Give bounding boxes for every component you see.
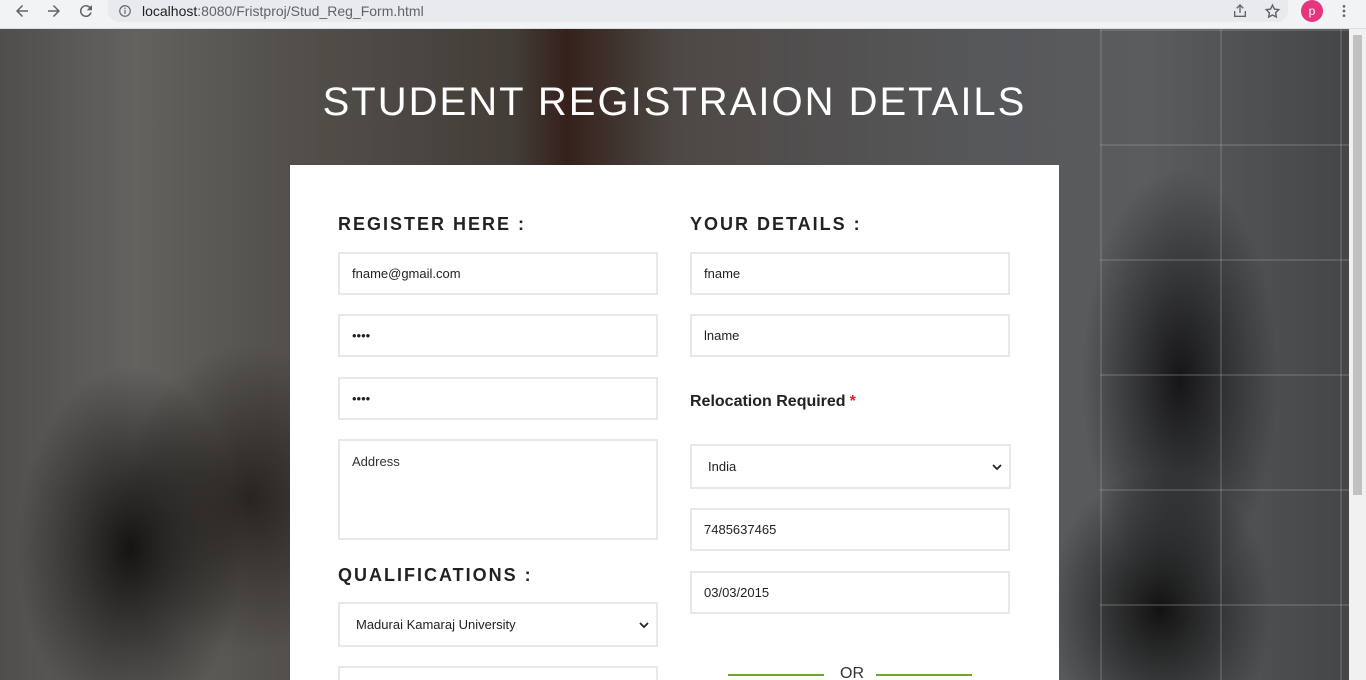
browser-menu-icon[interactable] [1334, 0, 1354, 22]
next-qualification-field[interactable] [338, 666, 658, 680]
back-icon[interactable] [8, 0, 36, 22]
or-divider: OR [728, 665, 972, 680]
vertical-scrollbar[interactable] [1349, 29, 1366, 680]
url-host: localhost [142, 3, 198, 19]
address-textarea[interactable]: Address [338, 439, 658, 540]
divider-line-right [876, 674, 972, 676]
reload-icon[interactable] [72, 0, 100, 22]
last-name-value: lname [704, 328, 740, 343]
chevron-down-icon [992, 463, 1002, 470]
page-title: STUDENT REGISTRAION DETAILS [322, 80, 1027, 124]
confirm-password-field[interactable]: •••• [338, 377, 658, 420]
last-name-field[interactable]: lname [690, 314, 1010, 357]
relocation-label-text: Relocation Required [690, 393, 846, 410]
date-field[interactable]: 03/03/2015 [690, 571, 1010, 614]
scrollbar-thumb[interactable] [1353, 35, 1362, 495]
site-info-icon[interactable] [118, 4, 132, 18]
qualifications-heading: QUALIFICATIONS : [338, 565, 533, 585]
relocation-label: Relocation Required * [690, 393, 856, 411]
your-details-heading: YOUR DETAILS : [690, 214, 862, 234]
phone-value: 7485637465 [704, 522, 777, 537]
chevron-down-icon [639, 621, 649, 628]
address-placeholder: Address [352, 454, 400, 469]
first-name-field[interactable]: fname [690, 252, 1010, 295]
confirm-password-value: •••• [352, 391, 371, 406]
email-value: fname@gmail.com [352, 266, 461, 281]
browser-toolbar: localhost:8080/Fristproj/Stud_Reg_Form.h… [0, 0, 1366, 29]
forward-icon[interactable] [40, 0, 68, 22]
required-asterisk: * [849, 393, 856, 410]
url-text: localhost:8080/Fristproj/Stud_Reg_Form.h… [142, 3, 424, 19]
address-bar[interactable]: localhost:8080/Fristproj/Stud_Reg_Form.h… [108, 0, 1288, 22]
country-selected-value: India [708, 459, 737, 474]
profile-avatar[interactable]: p [1301, 0, 1323, 22]
password-field[interactable]: •••• [338, 314, 658, 357]
share-icon[interactable] [1230, 0, 1250, 22]
first-name-value: fname [704, 266, 741, 281]
email-field[interactable]: fname@gmail.com [338, 252, 658, 295]
university-select[interactable]: Madurai Kamaraj University [338, 602, 658, 647]
divider-line-left [728, 674, 824, 676]
phone-field[interactable]: 7485637465 [690, 508, 1010, 551]
bookmark-star-icon[interactable] [1262, 0, 1282, 22]
date-value: 03/03/2015 [704, 585, 770, 600]
register-heading: REGISTER HERE : [338, 214, 527, 234]
country-select[interactable]: India [690, 444, 1011, 489]
url-path: :8080/Fristproj/Stud_Reg_Form.html [197, 3, 424, 19]
password-value: •••• [352, 328, 371, 343]
or-divider-text: OR [840, 665, 864, 680]
university-selected-value: Madurai Kamaraj University [356, 617, 516, 632]
